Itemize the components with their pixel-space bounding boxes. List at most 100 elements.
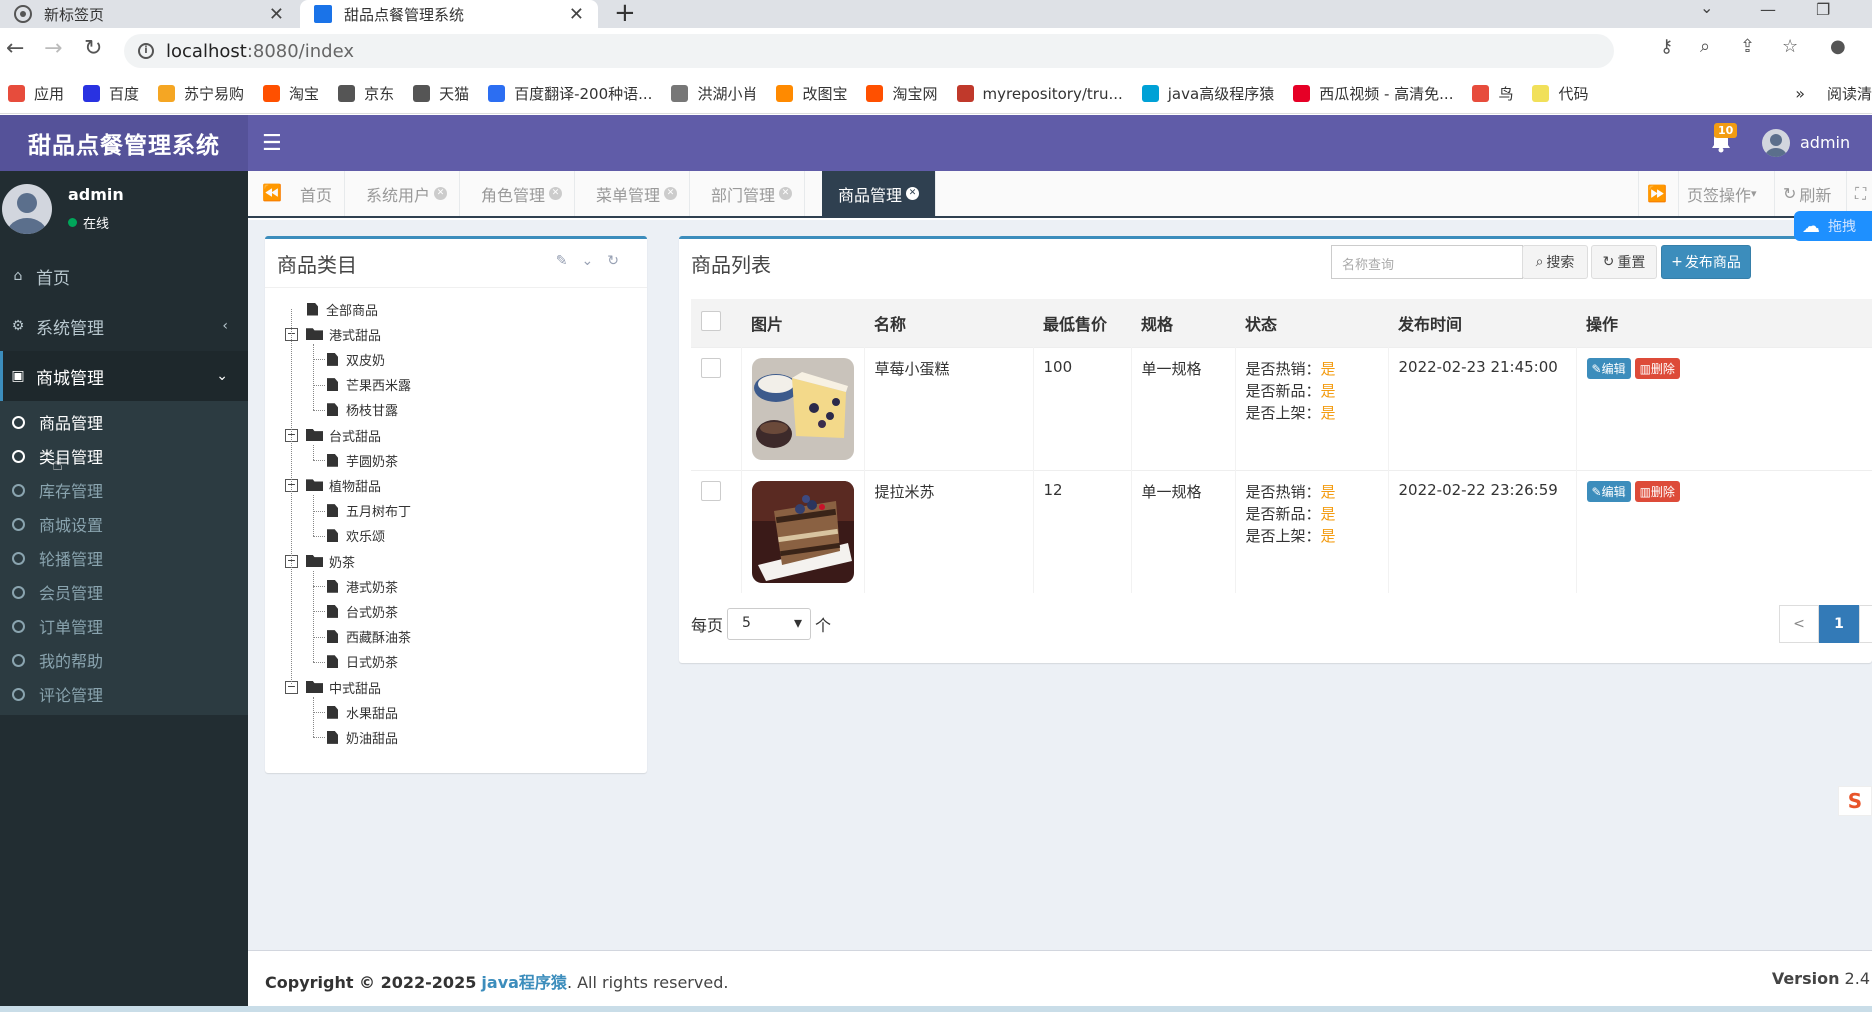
page-size-select[interactable]: 5 bbox=[727, 608, 812, 640]
minimize-icon[interactable]: — bbox=[1760, 0, 1776, 19]
copyright-link[interactable]: java程序猿 bbox=[481, 973, 567, 992]
sidebar-item-home[interactable]: ⌂ 首页 bbox=[0, 251, 248, 301]
star-icon[interactable]: ☆ bbox=[1782, 36, 1798, 57]
tree-folder[interactable]: − 中式甜品 bbox=[285, 677, 381, 697]
sidebar-item-category[interactable]: 类目管理 ☝ bbox=[0, 439, 248, 475]
tree-leaf[interactable]: 港式奶茶 bbox=[327, 576, 398, 596]
collapse-icon[interactable]: ⌄ bbox=[582, 253, 608, 269]
bookmark-item[interactable]: 西瓜视频 - 高清免... bbox=[1293, 83, 1453, 104]
restore-icon[interactable]: ❐ bbox=[1816, 0, 1830, 19]
forward-icon[interactable]: → bbox=[44, 36, 62, 61]
close-icon[interactable]: ✕ bbox=[269, 4, 284, 25]
sidebar-item-carousel[interactable]: 轮播管理 bbox=[0, 541, 248, 575]
sidebar-item-comments[interactable]: 评论管理 bbox=[0, 677, 248, 711]
profile-icon[interactable]: ● bbox=[1830, 36, 1846, 57]
edit-icon[interactable]: ✎ bbox=[556, 253, 582, 269]
next-page-button[interactable]: > bbox=[1859, 605, 1872, 643]
sidebar-item-help[interactable]: 我的帮助 bbox=[0, 643, 248, 677]
delete-button[interactable]: ▥删除 bbox=[1634, 480, 1680, 502]
tree-leaf[interactable]: 芒果西米露 bbox=[327, 375, 411, 395]
bookmark-item[interactable]: 改图宝 bbox=[776, 83, 847, 104]
sidebar-item-stock[interactable]: 库存管理 bbox=[0, 473, 248, 507]
tree-leaf[interactable]: 全部商品 bbox=[307, 299, 378, 319]
sidebar-item-mall-settings[interactable]: 商城设置 bbox=[0, 507, 248, 541]
key-icon[interactable]: ⚷ bbox=[1660, 36, 1673, 57]
tab-close-icon[interactable]: ✕ bbox=[779, 187, 793, 200]
tab-home[interactable]: 首页 bbox=[288, 171, 346, 216]
edit-button[interactable]: ✎编辑 bbox=[1586, 357, 1631, 379]
search-button[interactable]: ⌕ 搜索 bbox=[1522, 245, 1588, 279]
tree-leaf[interactable]: 五月树布丁 bbox=[327, 501, 411, 521]
bookmark-item[interactable]: 淘宝网 bbox=[866, 83, 938, 104]
tree-leaf[interactable]: 日式奶茶 bbox=[327, 652, 398, 672]
menu-toggle-icon[interactable]: ☰ bbox=[262, 131, 282, 156]
floating-s-widget[interactable]: S bbox=[1838, 786, 1872, 816]
sidebar-item-mall[interactable]: ▣ 商城管理 ⌄ bbox=[0, 351, 248, 401]
tree-leaf[interactable]: 芋圆奶茶 bbox=[327, 450, 398, 470]
tab-close-icon[interactable]: ✕ bbox=[906, 187, 920, 200]
row-checkbox[interactable] bbox=[701, 357, 721, 378]
select-all-checkbox[interactable] bbox=[701, 310, 721, 331]
col-time[interactable]: 发布时间 bbox=[1388, 299, 1576, 347]
fullscreen-icon[interactable]: ⛶ bbox=[1846, 171, 1872, 216]
bookmark-item[interactable]: java高级程序猿 bbox=[1141, 83, 1274, 104]
zoom-icon[interactable]: ⌕ bbox=[1700, 36, 1710, 57]
bookmark-item[interactable]: 代码 bbox=[1532, 83, 1589, 104]
tree-folder[interactable]: − 植物甜品 bbox=[285, 475, 381, 495]
col-price[interactable]: 最低售价 bbox=[1033, 299, 1131, 347]
url-input[interactable]: i localhost:8080/index bbox=[124, 34, 1614, 68]
bookmark-item[interactable]: 鸟 bbox=[1472, 83, 1513, 104]
sidebar-item-system[interactable]: ⚙ 系统管理 ‹ bbox=[0, 301, 248, 351]
avatar[interactable] bbox=[1762, 129, 1790, 157]
browser-tab-new[interactable]: 新标签页 ✕ bbox=[0, 0, 298, 28]
table-row[interactable]: 提拉米苏 12 单一规格 是否热销：是 是否新品：是 是否上架：是 2022-0… bbox=[691, 469, 1872, 593]
tree-leaf[interactable]: 西藏酥油茶 bbox=[327, 627, 411, 647]
col-name[interactable]: 名称 bbox=[864, 299, 1033, 347]
bookmark-item[interactable]: 应用 bbox=[8, 83, 64, 104]
tree-folder[interactable]: − 奶茶 bbox=[285, 551, 355, 571]
back-icon[interactable]: ← bbox=[6, 36, 24, 61]
sidebar-item-members[interactable]: 会员管理 bbox=[0, 575, 248, 609]
bookmark-item[interactable]: 天猫 bbox=[413, 83, 469, 104]
reload-icon[interactable]: ↻ bbox=[84, 36, 102, 61]
bookmark-item[interactable]: 百度 bbox=[83, 83, 139, 104]
page-button-current[interactable]: 1 bbox=[1819, 605, 1859, 643]
reading-list-button[interactable]: 阅读清 bbox=[1827, 83, 1872, 104]
tree-leaf[interactable]: 台式奶茶 bbox=[327, 601, 398, 621]
tab-menus[interactable]: 菜单管理 ✕ bbox=[584, 171, 691, 216]
tree-leaf[interactable]: 双皮奶 bbox=[327, 349, 385, 369]
tab-close-icon[interactable]: ✕ bbox=[434, 187, 448, 200]
tree-leaf[interactable]: 水果甜品 bbox=[327, 702, 398, 722]
tab-close-icon[interactable]: ✕ bbox=[549, 187, 563, 200]
col-status[interactable]: 状态 bbox=[1235, 299, 1388, 347]
refresh-button[interactable]: ↻ 刷新 bbox=[1774, 171, 1839, 216]
product-image[interactable] bbox=[751, 357, 854, 460]
tree-folder[interactable]: − 台式甜品 bbox=[285, 425, 381, 445]
reset-button[interactable]: ↻ 重置 bbox=[1591, 245, 1657, 279]
sidebar-item-product[interactable]: 商品管理 bbox=[0, 405, 248, 439]
col-image[interactable]: 图片 bbox=[741, 299, 864, 347]
bookmark-item[interactable]: 京东 bbox=[338, 83, 394, 104]
bookmark-item[interactable]: 淘宝 bbox=[263, 83, 319, 104]
refresh-icon[interactable]: ↻ bbox=[607, 253, 633, 269]
scroll-right-icon[interactable]: ⏩ bbox=[1638, 171, 1675, 216]
tab-search-icon[interactable]: ⌄ bbox=[1700, 0, 1713, 17]
tab-close-icon[interactable]: ✕ bbox=[664, 187, 678, 200]
search-input[interactable]: 名称查询 bbox=[1331, 245, 1523, 279]
row-checkbox[interactable] bbox=[701, 480, 721, 501]
new-tab-icon[interactable]: + bbox=[614, 0, 636, 28]
share-icon[interactable]: ⇪ bbox=[1740, 36, 1755, 57]
tab-departments[interactable]: 部门管理 ✕ bbox=[699, 171, 806, 216]
tab-ops-dropdown[interactable]: 页签操作 ▾ bbox=[1678, 171, 1765, 216]
scroll-left-icon[interactable]: ⏪ bbox=[262, 183, 282, 202]
prev-page-button[interactable]: < bbox=[1779, 605, 1819, 643]
tree-leaf[interactable]: 奶油甜品 bbox=[327, 727, 398, 747]
bookmark-item[interactable]: 苏宁易购 bbox=[158, 83, 244, 104]
edit-button[interactable]: ✎编辑 bbox=[1586, 480, 1631, 502]
tab-system-users[interactable]: 系统用户 ✕ bbox=[354, 171, 461, 216]
sidebar-item-orders[interactable]: 订单管理 bbox=[0, 609, 248, 643]
tab-roles[interactable]: 角色管理 ✕ bbox=[469, 171, 576, 216]
bookmark-item[interactable]: 百度翻译-200种语... bbox=[488, 83, 652, 104]
bookmark-item[interactable]: 洪湖小肖 bbox=[671, 83, 757, 104]
floating-cloud-widget[interactable]: ☁ 拖拽 bbox=[1794, 211, 1872, 241]
